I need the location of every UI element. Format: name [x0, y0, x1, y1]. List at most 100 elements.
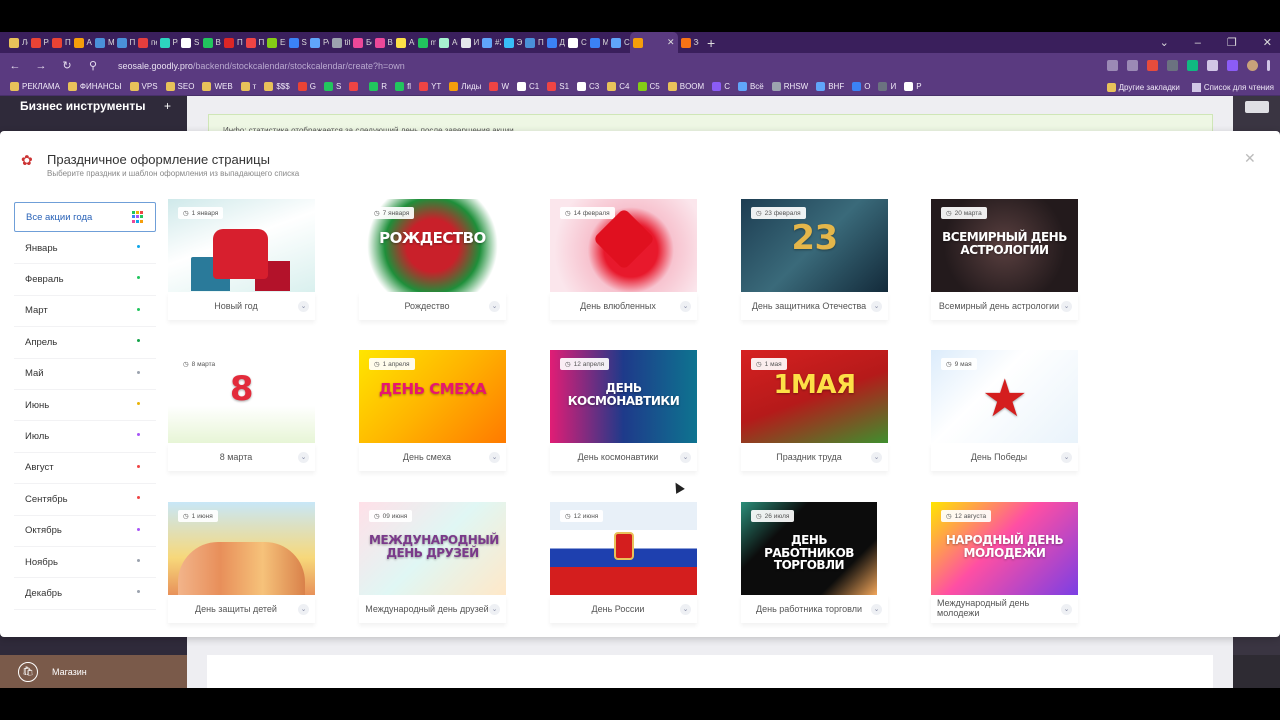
bookmark-item[interactable]: S [323, 82, 341, 91]
month-filter-item[interactable]: Июль [14, 421, 156, 453]
chevron-down-icon[interactable]: ⌄ [298, 603, 309, 615]
browser-tab[interactable]: En [264, 32, 286, 53]
browser-tab[interactable]: Мі [587, 32, 608, 53]
reload-icon[interactable]: ↻ [60, 59, 74, 72]
browser-tab[interactable]: Ст [565, 32, 587, 53]
bookmark-item[interactable]: О [852, 82, 870, 91]
browser-tab[interactable]: tit [329, 32, 350, 53]
chevron-down-icon[interactable]: ⌄ [1061, 300, 1072, 312]
holiday-caption[interactable]: Праздник труда ⌄ [741, 443, 888, 471]
month-filter-all[interactable]: Все акции года [14, 202, 156, 232]
bookmark-item[interactable]: C3 [577, 82, 599, 91]
holiday-caption[interactable]: 8 марта ⌄ [168, 443, 315, 471]
close-window-button[interactable]: ✕ [1263, 36, 1272, 49]
bookmark-item[interactable]: WEB [202, 82, 233, 91]
minimize-button[interactable]: – [1195, 37, 1201, 49]
browser-tab[interactable]: Ро [157, 32, 178, 53]
browser-tab[interactable]: Ар [71, 32, 92, 53]
holiday-caption[interactable]: День работника торговли ⌄ [741, 595, 888, 623]
bookmark-item[interactable]: fl [395, 82, 411, 91]
browser-tab[interactable]: Sc [286, 32, 307, 53]
browser-tab[interactable]: Пс [243, 32, 264, 53]
bookmark-item[interactable]: RHSW [771, 82, 808, 91]
holiday-card-image[interactable]: ◷ 09 июня МЕЖДУНАРОДНЫЙ ДЕНЬ ДРУЗЕЙ [359, 502, 506, 595]
bookmark-item[interactable]: VPS [129, 82, 158, 91]
extension-icon[interactable] [1187, 60, 1198, 71]
holiday-card-image[interactable]: ◷ 7 января РОЖДЕСТВО [359, 199, 506, 292]
holiday-card[interactable]: ◷ 1 апреля ДЕНЬ СМЕХА День смеха ⌄ [359, 350, 506, 471]
browser-tab[interactable]: Вь [372, 32, 393, 53]
extension-icon[interactable] [1147, 60, 1158, 71]
right-panel-button[interactable] [1245, 101, 1269, 113]
maximize-button[interactable]: ❐ [1227, 36, 1237, 49]
browser-tab[interactable]: Пс [522, 32, 544, 53]
holiday-card[interactable]: ◷ 23 февраля 23 День защитника Отечества ⌄ [741, 199, 888, 320]
holiday-card[interactable]: ◷ 12 июня День России ⌄ [550, 502, 697, 623]
month-filter-item[interactable]: Сентябрь [14, 484, 156, 516]
browser-tab[interactable]: Ле [6, 32, 28, 53]
holiday-card-image[interactable]: ◷ 1 июня [168, 502, 315, 595]
bookmark-item[interactable]: W [489, 82, 509, 91]
bookmark-item[interactable]: YT [419, 82, 441, 91]
holiday-card[interactable]: ◷ 1 января Новый год ⌄ [168, 199, 315, 320]
bookmark-item[interactable] [349, 82, 361, 91]
holiday-caption[interactable]: День России ⌄ [550, 595, 697, 623]
chevron-down-icon[interactable]: ⌄ [680, 451, 691, 463]
bookmark-item[interactable]: S1 [547, 82, 569, 91]
chevron-down-icon[interactable]: ⌄ [298, 300, 309, 312]
site-info-icon[interactable]: ⚲ [86, 59, 100, 72]
bookmark-item[interactable]: Р [904, 82, 922, 91]
chevron-down-icon[interactable]: ⌄ [489, 603, 500, 615]
holiday-caption[interactable]: День защиты детей ⌄ [168, 595, 315, 623]
bookmark-item[interactable]: Лиды [449, 82, 481, 91]
holiday-card-image[interactable]: ◷ 1 мая 1МАЯ [741, 350, 888, 443]
browser-tab[interactable]: ✕ [629, 32, 678, 53]
holiday-card[interactable]: ◷ 12 августа НАРОДНЫЙ ДЕНЬ МОЛОДЕЖИ Междуна… [931, 502, 1078, 623]
bookmark-item[interactable]: G [297, 82, 316, 91]
browser-tab[interactable]: Ро [28, 32, 49, 53]
extension-icon[interactable] [1167, 60, 1178, 71]
holiday-card[interactable]: ◷ 12 апреля ДЕНЬ КОСМОНАВТИКИ День космонав… [550, 350, 697, 471]
chevron-down-icon[interactable]: ⌄ [680, 300, 691, 312]
month-filter-item[interactable]: Октябрь [14, 516, 156, 547]
browser-tab[interactable]: Сс [608, 32, 630, 53]
bookmark-item[interactable]: Всё [737, 82, 764, 91]
bookmark-item[interactable]: BHF [816, 82, 844, 91]
browser-tab[interactable]: Вь [200, 32, 221, 53]
bookmark-item[interactable]: $$$ [264, 82, 290, 91]
holiday-caption[interactable]: День защитника Отечества ⌄ [741, 292, 888, 320]
holiday-caption[interactable]: Рождество ⌄ [359, 292, 506, 320]
holiday-card-image[interactable]: ◷ 26 июля ДЕНЬ РАБОТНИКОВ ТОРГОВЛИ [741, 502, 877, 595]
bookmark-item[interactable]: РЕКЛАМА [10, 82, 60, 91]
holiday-caption[interactable]: Международный день друзей ⌄ [359, 595, 506, 623]
browser-tab[interactable]: Ав [393, 32, 415, 53]
tab-close-icon[interactable]: ✕ [667, 37, 675, 48]
close-icon[interactable]: ✕ [1244, 150, 1256, 167]
bookmark-item[interactable]: BOOM [667, 82, 704, 91]
bookmark-item[interactable]: т [240, 82, 256, 91]
holiday-caption[interactable]: Новый год ⌄ [168, 292, 315, 320]
bookmark-item[interactable]: ФИНАНСЫ [67, 82, 122, 91]
holiday-card-image[interactable]: ◷ 8 марта 8 [168, 350, 315, 443]
bookmark-item[interactable]: C4 [607, 82, 630, 91]
forward-icon[interactable]: → [34, 60, 48, 72]
holiday-caption[interactable]: Международный день молодежи ⌄ [931, 595, 1078, 623]
browser-tab[interactable]: Др [544, 32, 565, 53]
month-filter-item[interactable]: Март [14, 296, 156, 328]
month-filter-item[interactable]: Август [14, 453, 156, 485]
holiday-card-image[interactable]: ◷ 1 января [168, 199, 315, 292]
browser-tab[interactable]: Бе [350, 32, 372, 53]
browser-tab[interactable]: Ак [436, 32, 458, 53]
puzzle-icon[interactable] [1207, 60, 1218, 71]
browser-tab[interactable]: Пс [114, 32, 135, 53]
browser-tab[interactable]: Ин [458, 32, 479, 53]
month-filter-item[interactable]: Январь [14, 233, 156, 265]
chevron-down-icon[interactable]: ⌄ [871, 451, 882, 463]
browser-tab[interactable]: Пс [221, 32, 243, 53]
holiday-card-image[interactable]: ◷ 9 мая ★ [931, 350, 1078, 443]
holiday-card[interactable]: ◷ 20 марта ВСЕМИРНЫЙ ДЕНЬ АСТРОЛОГИИ Всемир… [931, 199, 1078, 320]
reading-list[interactable]: Список для чтения [1191, 82, 1274, 92]
chevron-down-icon[interactable]: ⌄ [871, 300, 882, 312]
bookmark-item[interactable]: И [878, 82, 896, 91]
holiday-card-image[interactable]: ◷ 23 февраля 23 [741, 199, 888, 292]
